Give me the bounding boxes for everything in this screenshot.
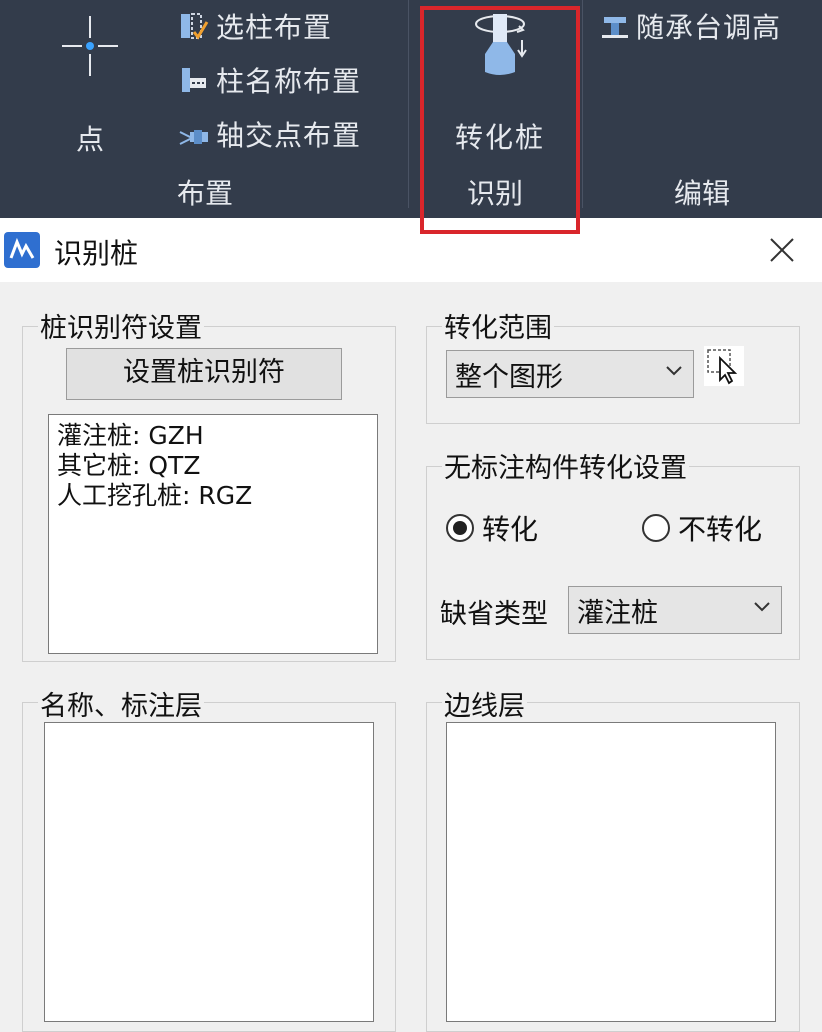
list-item[interactable]: 人工挖孔桩: RGZ <box>49 481 377 511</box>
chevron-down-icon <box>666 366 682 376</box>
crosshair-point-icon <box>62 16 118 76</box>
convert-radio-label: 转化 <box>482 513 539 546</box>
close-icon[interactable] <box>766 234 798 266</box>
default-type-select[interactable]: 灌注桩 <box>568 586 782 634</box>
ribbon-separator <box>408 0 409 208</box>
select-column-place-button[interactable]: 选柱布置 <box>178 6 332 46</box>
convert-range-select[interactable]: 整个图形 <box>446 350 694 398</box>
axis-intersect-place-label: 轴交点布置 <box>216 119 362 152</box>
no-convert-radio[interactable]: 不转化 <box>642 508 762 548</box>
column-name-place-label: 柱名称布置 <box>216 65 362 98</box>
convert-range-label: 转化范围 <box>442 306 554 345</box>
set-pile-id-button[interactable]: 设置桩识别符 <box>66 348 342 400</box>
radio-unselected-indicator <box>642 514 670 542</box>
name-layer-label: 名称、标注层 <box>38 684 204 723</box>
chevron-down-icon <box>754 602 770 612</box>
cap-adjust-icon <box>602 17 628 38</box>
convert-range-value: 整个图形 <box>455 362 563 393</box>
no-convert-radio-label: 不转化 <box>678 513 763 546</box>
axis-intersect-place-button[interactable]: 轴交点布置 <box>178 114 361 154</box>
pile-id-list[interactable]: 灌注桩: GZH 其它桩: QTZ 人工挖孔桩: RGZ <box>48 414 378 654</box>
pick-select-cursor-icon[interactable] <box>704 346 744 386</box>
default-type-label: 缺省类型 <box>440 599 548 630</box>
list-item[interactable]: 灌注桩: GZH <box>49 421 377 451</box>
app-logo-icon <box>4 232 40 268</box>
column-name-icon <box>182 68 206 92</box>
unmarked-convert-label: 无标注构件转化设置 <box>442 446 689 485</box>
axis-intersect-icon <box>179 130 208 145</box>
list-item[interactable]: 其它桩: QTZ <box>49 451 377 481</box>
point-tool-label: 点 <box>75 123 104 156</box>
radio-selected-indicator <box>446 514 474 542</box>
follow-cap-adjust-button[interactable]: 随承台调高 <box>600 6 781 46</box>
default-type-value: 灌注桩 <box>577 598 658 629</box>
name-layer-list[interactable] <box>44 722 374 1022</box>
group-label-layout: 布置 <box>176 177 233 210</box>
dialog-title-bar: 识别桩 <box>0 218 822 282</box>
group-label-edit: 编辑 <box>673 177 730 210</box>
point-tool-button[interactable]: 点 <box>40 6 140 156</box>
highlight-annotation-box <box>420 6 580 234</box>
edge-layer-list[interactable] <box>446 722 776 1022</box>
convert-radio[interactable]: 转化 <box>446 508 538 548</box>
pile-id-settings-label: 桩识别符设置 <box>38 306 204 345</box>
ribbon-toolbar: 点 选柱布置 柱名称布置 轴交点布置 布置 转化桩 识别 随承台调高 编辑 <box>0 0 822 218</box>
follow-cap-adjust-label: 随承台调高 <box>636 11 782 44</box>
column-name-place-button[interactable]: 柱名称布置 <box>178 60 361 100</box>
column-select-icon <box>181 13 209 40</box>
dialog-title: 识别桩 <box>54 237 139 270</box>
select-column-place-label: 选柱布置 <box>216 11 333 44</box>
ribbon-separator <box>582 0 583 208</box>
edge-layer-label: 边线层 <box>442 684 527 723</box>
